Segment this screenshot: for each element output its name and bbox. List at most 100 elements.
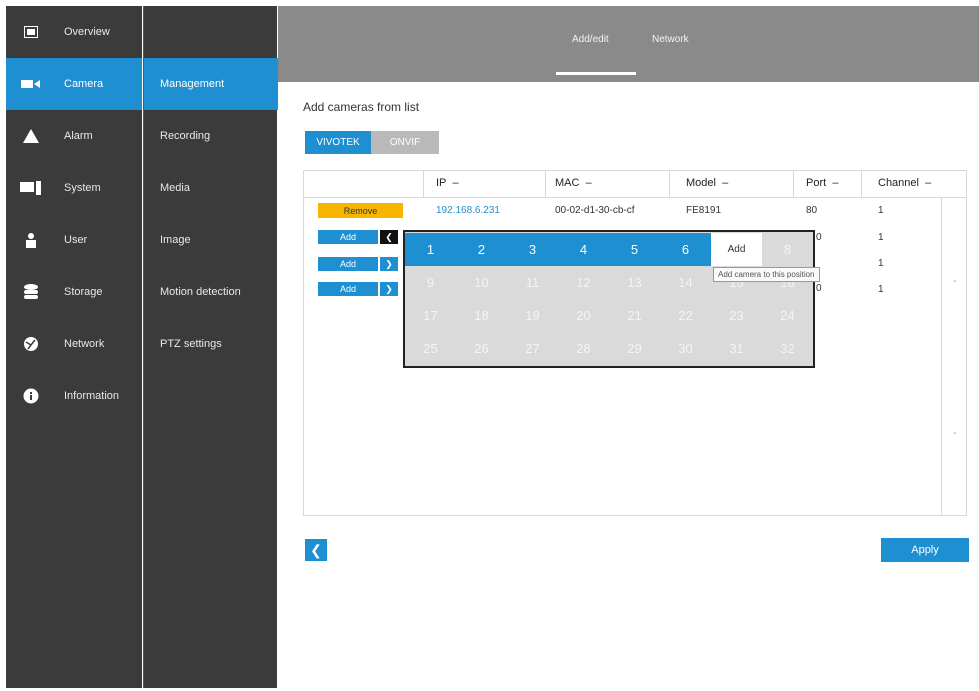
position-cell[interactable]: 26 xyxy=(456,332,507,365)
position-cell[interactable]: 23 xyxy=(711,299,762,332)
position-cell[interactable]: 9 xyxy=(405,266,456,299)
secondary-sidebar: Management Recording Media Image Motion … xyxy=(143,6,278,688)
add-position-tooltip: Add camera to this position xyxy=(713,267,820,282)
remove-button[interactable]: Remove xyxy=(318,203,403,218)
add-button[interactable]: Add xyxy=(318,257,378,271)
channel-cell: 1 xyxy=(878,284,884,295)
nav-label: Information xyxy=(64,390,120,402)
chevron-left-icon: ❮ xyxy=(310,541,322,558)
subnav-item-ptz-settings[interactable]: PTZ settings xyxy=(144,318,278,370)
position-cell[interactable]: 5 xyxy=(609,233,660,266)
position-cell[interactable]: 32 xyxy=(762,332,813,365)
position-cell[interactable]: 6 xyxy=(660,233,711,266)
table-divider xyxy=(941,198,942,516)
chevron-left-icon[interactable]: ❮ xyxy=(380,230,398,244)
column-header-model[interactable]: Model – xyxy=(686,170,728,196)
position-cell[interactable]: 22 xyxy=(660,299,711,332)
position-cell[interactable]: 17 xyxy=(405,299,456,332)
information-icon xyxy=(20,385,42,407)
port-cell: 80 xyxy=(806,205,818,216)
position-cell[interactable]: 2 xyxy=(456,233,507,266)
position-cell[interactable]: 29 xyxy=(609,332,660,365)
table-divider xyxy=(423,170,424,198)
column-header-mac[interactable]: MAC – xyxy=(555,170,592,196)
position-cell[interactable]: 11 xyxy=(507,266,558,299)
column-header-ip[interactable]: IP – xyxy=(436,170,459,196)
port-cell: 0 xyxy=(816,232,822,243)
position-cell[interactable]: 13 xyxy=(609,266,660,299)
overview-icon xyxy=(20,21,42,43)
position-cell[interactable]: 30 xyxy=(660,332,711,365)
position-cell[interactable]: 18 xyxy=(456,299,507,332)
nav-item-network[interactable]: Network xyxy=(6,318,142,370)
column-header-port[interactable]: Port – xyxy=(806,170,838,196)
add-button[interactable]: Add xyxy=(318,282,378,296)
sort-icon: – xyxy=(925,177,932,189)
scroll-indicator[interactable]: - xyxy=(953,428,956,439)
nav-label: System xyxy=(64,182,101,194)
nav-item-alarm[interactable]: Alarm xyxy=(6,110,142,162)
tab-add-edit[interactable]: Add/edit xyxy=(572,34,609,45)
position-cell[interactable]: 28 xyxy=(558,332,609,365)
chevron-right-icon[interactable]: ❯ xyxy=(380,257,398,271)
page-heading: Add cameras from list xyxy=(303,100,420,114)
position-cell[interactable]: 24 xyxy=(762,299,813,332)
table-divider xyxy=(861,170,862,198)
sort-icon: – xyxy=(452,177,459,189)
position-cell[interactable]: 4 xyxy=(558,233,609,266)
ip-cell[interactable]: 192.168.6.231 xyxy=(436,205,500,216)
subnav-item-recording[interactable]: Recording xyxy=(144,110,278,162)
channel-cell: 1 xyxy=(878,205,884,216)
position-cell[interactable]: 1 xyxy=(405,233,456,266)
position-cell[interactable]: 12 xyxy=(558,266,609,299)
nav-item-camera[interactable]: Camera xyxy=(6,58,142,110)
position-cell[interactable]: 8 xyxy=(762,233,813,266)
nav-item-overview[interactable]: Overview xyxy=(6,6,142,58)
position-cell[interactable]: 20 xyxy=(558,299,609,332)
port-cell: 0 xyxy=(816,283,822,294)
add-position-button[interactable]: Add xyxy=(711,233,762,266)
position-cell[interactable]: 31 xyxy=(711,332,762,365)
system-icon xyxy=(20,177,42,199)
sort-icon: – xyxy=(722,177,729,189)
position-cell[interactable]: 27 xyxy=(507,332,558,365)
apply-button[interactable]: Apply xyxy=(881,538,969,562)
position-cell[interactable]: 10 xyxy=(456,266,507,299)
model-cell: FE8191 xyxy=(686,205,722,216)
nav-label: Storage xyxy=(64,286,103,298)
nav-label: Network xyxy=(64,338,105,350)
vivotek-toggle[interactable]: VIVOTEK xyxy=(305,131,371,154)
column-header-channel[interactable]: Channel – xyxy=(878,170,931,196)
table-header-divider xyxy=(303,197,967,198)
nav-item-user[interactable]: User xyxy=(6,214,142,266)
onvif-toggle[interactable]: ONVIF xyxy=(371,131,439,154)
nav-label: Camera xyxy=(64,78,104,90)
subnav-item-image[interactable]: Image xyxy=(144,214,278,266)
camera-icon xyxy=(20,73,42,95)
position-cell[interactable]: 19 xyxy=(507,299,558,332)
position-cell[interactable]: 25 xyxy=(405,332,456,365)
mac-cell: 00-02-d1-30-cb-cf xyxy=(555,205,635,216)
nav-item-system[interactable]: System xyxy=(6,162,142,214)
sort-icon: – xyxy=(832,177,839,189)
subnav-item-motion-detection[interactable]: Motion detection xyxy=(144,266,278,318)
position-cell[interactable]: 14 xyxy=(660,266,711,299)
user-icon xyxy=(20,229,42,251)
subnav-item-management[interactable]: Management xyxy=(144,58,278,110)
tab-network[interactable]: Network xyxy=(652,34,689,45)
nav-label: Alarm xyxy=(64,130,93,142)
table-divider xyxy=(669,170,670,198)
add-button[interactable]: Add xyxy=(318,230,378,244)
chevron-right-icon[interactable]: ❯ xyxy=(380,282,398,296)
network-icon xyxy=(20,333,42,355)
channel-cell: 1 xyxy=(878,232,884,243)
top-header: Add/edit Network xyxy=(278,6,979,82)
position-cell[interactable]: 21 xyxy=(609,299,660,332)
active-tab-indicator xyxy=(556,72,636,75)
position-cell[interactable]: 3 xyxy=(507,233,558,266)
back-button[interactable]: ❮ xyxy=(305,539,327,561)
nav-item-information[interactable]: Information xyxy=(6,370,142,422)
subnav-item-media[interactable]: Media xyxy=(144,162,278,214)
scroll-indicator[interactable]: - xyxy=(953,276,956,287)
nav-item-storage[interactable]: Storage xyxy=(6,266,142,318)
